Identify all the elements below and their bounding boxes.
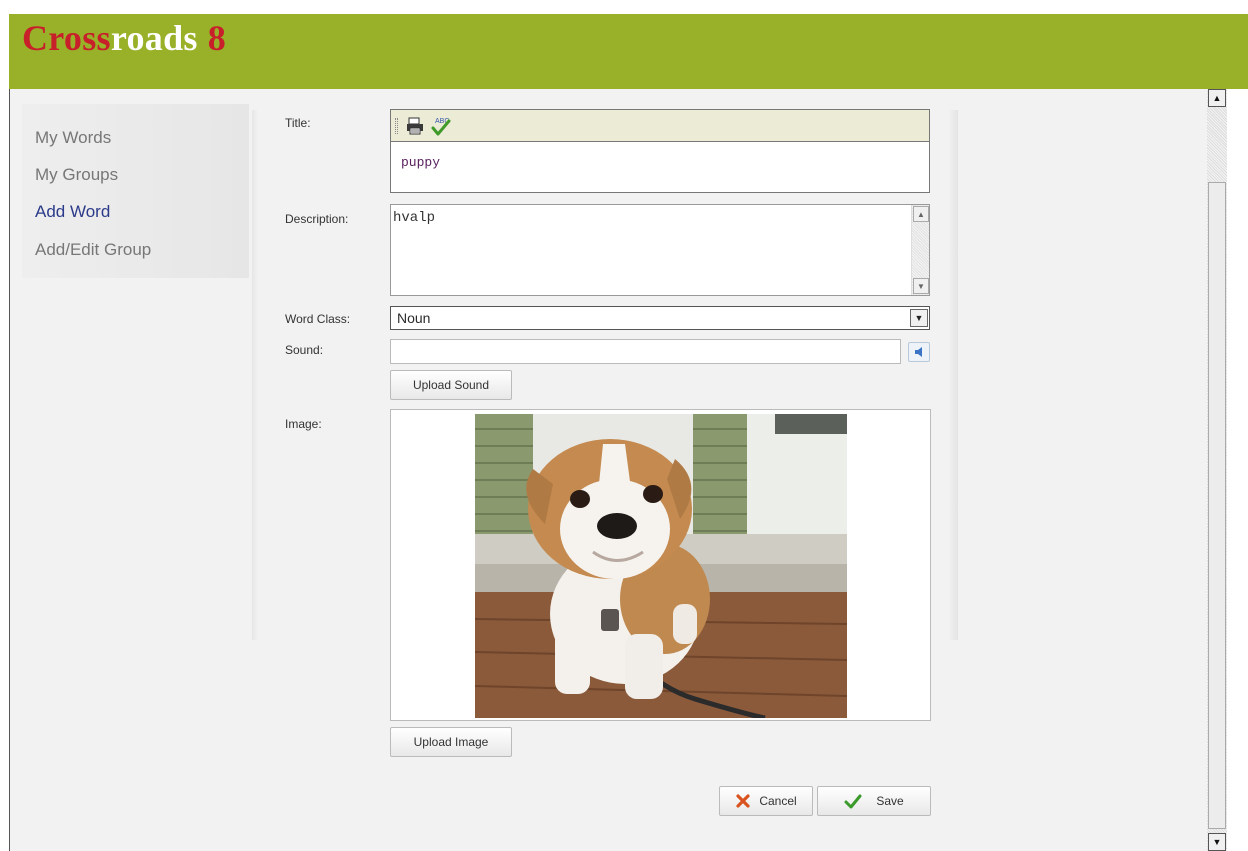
form-panel-shadow-right [948,110,958,640]
title-editor[interactable]: ABC puppy [390,109,930,193]
sidebar-item-add-word[interactable]: Add Word [35,202,110,222]
speaker-icon[interactable] [908,342,930,362]
upload-sound-button[interactable]: Upload Sound [390,370,512,400]
top-strip [0,0,1248,14]
cancel-button[interactable]: Cancel [719,786,813,816]
description-value: hvalp [393,210,436,226]
sidebar-item-my-groups[interactable]: My Groups [35,165,118,185]
word-class-label: Word Class: [285,312,351,326]
scroll-up-icon[interactable]: ▲ [1208,89,1226,107]
save-button[interactable]: Save [817,786,931,816]
save-label: Save [876,794,904,808]
sidebar: My Words My Groups Add Word Add/Edit Gro… [22,104,249,278]
scroll-down-icon[interactable]: ▼ [1208,833,1226,851]
chevron-down-icon[interactable]: ▼ [910,309,928,327]
scroll-up-icon[interactable]: ▲ [913,206,929,222]
page-scrollbar[interactable]: ▲ ▼ [1207,89,1227,851]
editor-toolbar: ABC [391,110,929,142]
upload-image-button[interactable]: Upload Image [390,727,512,757]
title-label: Title: [285,116,311,130]
image-preview [390,409,931,721]
window-edge [1227,89,1248,851]
checkmark-icon [844,794,862,809]
description-scrollbar[interactable]: ▲ ▼ [911,205,929,295]
image-label: Image: [285,417,322,431]
description-label: Description: [285,212,349,226]
cancel-label: Cancel [759,794,797,808]
word-class-value: Noun [397,310,431,326]
sidebar-item-my-words[interactable]: My Words [35,128,111,148]
spellcheck-icon[interactable]: ABC [430,115,452,137]
form-panel-shadow-left [252,110,258,640]
scrollbar-thumb[interactable] [1208,182,1226,829]
word-class-select[interactable]: Noun ▼ [390,306,930,330]
cancel-x-icon [736,794,750,808]
crossroads-logo: Crossroads 8 [22,18,227,58]
scroll-down-icon[interactable]: ▼ [913,278,929,294]
sound-label: Sound: [285,343,324,357]
title-value: puppy [401,155,441,170]
sound-input[interactable] [390,339,901,364]
description-textarea[interactable]: hvalp ▲ ▼ [390,204,930,296]
print-icon[interactable] [404,115,426,137]
puppy-photo [475,414,847,718]
sidebar-item-add-edit-group[interactable]: Add/Edit Group [35,240,151,260]
toolbar-grip-icon [395,118,398,134]
